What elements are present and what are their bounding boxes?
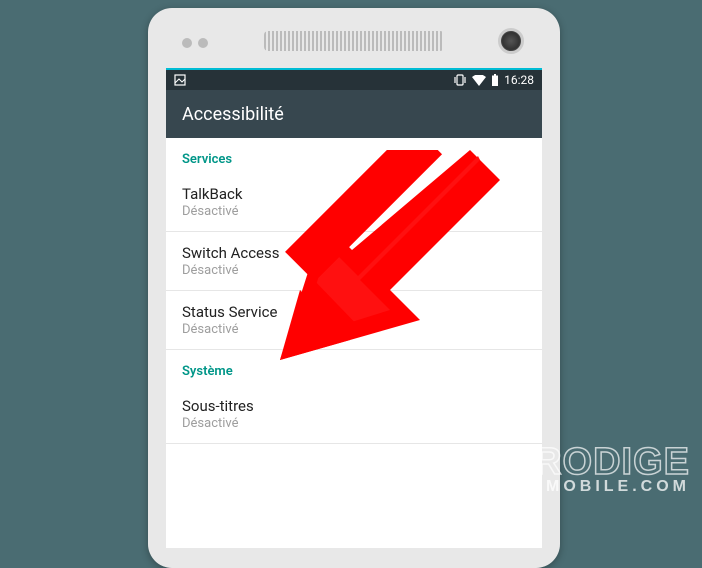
phone-frame: 16:28 Accessibilité Services TalkBack Dé… [148,8,560,568]
status-time: 16:28 [504,73,534,87]
setting-title: TalkBack [182,185,526,203]
setting-subtitle: Désactivé [182,416,526,431]
indicator-dots [182,38,208,48]
screenshot-icon [174,74,186,86]
status-bar: 16:28 [166,68,542,90]
setting-subtitle: Désactivé [182,322,526,337]
watermark: PRODIGE MOBILE.COM [508,445,690,494]
speaker-grill [264,31,444,51]
setting-status-service[interactable]: Status Service Désactivé [166,291,542,349]
setting-title: Status Service [182,303,526,321]
setting-subtitle: Désactivé [182,263,526,278]
section-header-services: Services [166,138,542,173]
battery-icon [491,74,499,86]
setting-title: Sous-titres [182,397,526,415]
page-title: Accessibilité [182,104,284,125]
screen: 16:28 Accessibilité Services TalkBack Dé… [166,68,542,548]
watermark-line1: PRODIGE [508,445,690,479]
setting-subtitle: Désactivé [182,204,526,219]
vibrate-icon [453,74,467,86]
section-header-system: Système [166,350,542,385]
settings-content[interactable]: Services TalkBack Désactivé Switch Acces… [166,138,542,548]
divider [166,443,542,444]
front-camera [498,28,524,54]
setting-talkback[interactable]: TalkBack Désactivé [166,173,542,231]
setting-switch-access[interactable]: Switch Access Désactivé [166,232,542,290]
app-bar: Accessibilité [166,90,542,138]
setting-title: Switch Access [182,244,526,262]
wifi-icon [472,75,486,86]
setting-subtitles[interactable]: Sous-titres Désactivé [166,385,542,443]
phone-top [148,8,560,68]
